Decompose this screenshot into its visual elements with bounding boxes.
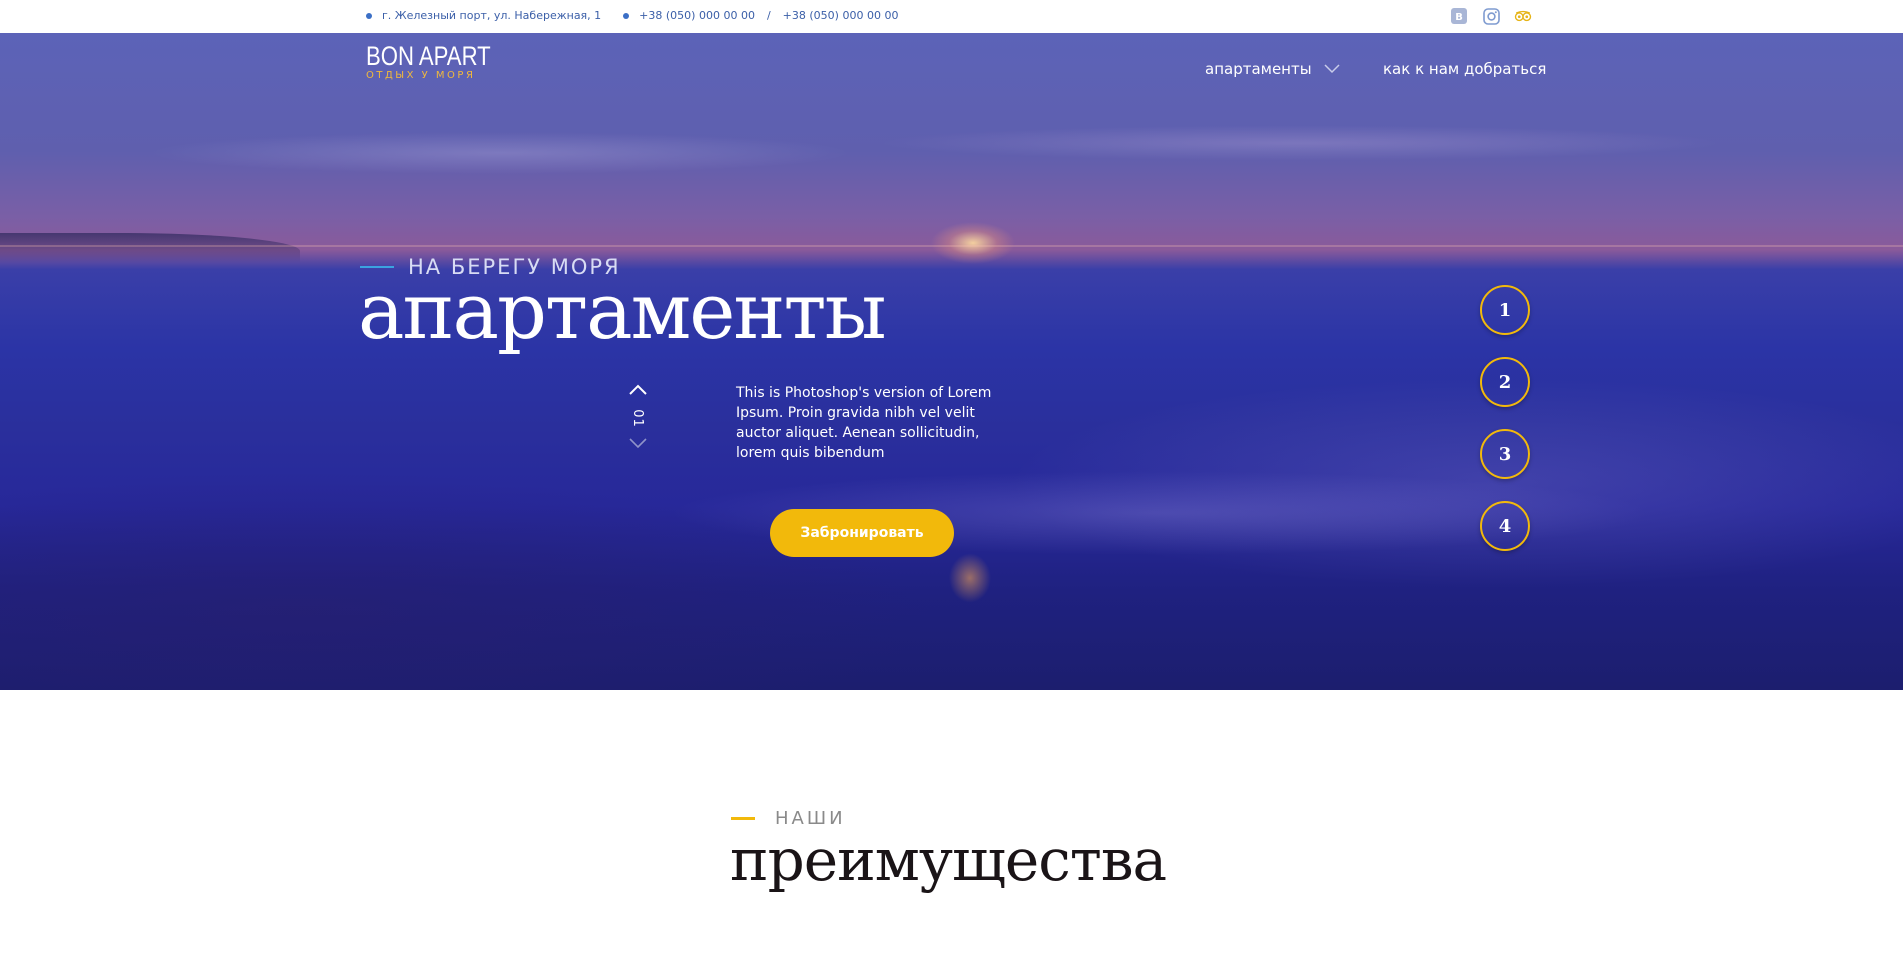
slide-navigator: 01	[625, 383, 650, 463]
nav-directions-label: как к нам добраться	[1383, 60, 1547, 78]
phone-separator: /	[766, 9, 771, 22]
chevron-down-icon	[628, 438, 647, 449]
pager-button-3[interactable]: 3	[1480, 429, 1530, 479]
advantages-title: преимущества	[730, 826, 1167, 894]
phone-numbers: +38 (050) 000 00 00 / +38 (050) 000 00 0…	[623, 9, 898, 22]
location-bullet-icon	[366, 12, 372, 19]
chevron-down-icon	[1324, 64, 1340, 74]
contact-info: г. Железный порт, ул. Набережная, 1 +38 …	[366, 9, 898, 22]
address: г. Железный порт, ул. Набережная, 1	[366, 9, 601, 22]
hero-description: This is Photoshop's version of Lorem Ips…	[736, 385, 992, 461]
pager-button-4[interactable]: 4	[1480, 501, 1530, 551]
pager-button-1[interactable]: 1	[1480, 285, 1530, 335]
nav-apartments-label: апартаменты	[1205, 60, 1312, 78]
chevron-up-icon	[628, 384, 647, 395]
social-links: В	[1450, 7, 1532, 25]
phone-1[interactable]: +38 (050) 000 00 00	[639, 9, 755, 22]
hero-distant-land	[0, 233, 300, 263]
logo-subtitle: ОТДЫХ У МОРЯ	[366, 70, 476, 81]
logo-title: BON APART	[366, 41, 491, 71]
hero-title: апартаменты	[358, 267, 887, 357]
slide-pager: 1 2 3 4	[1480, 285, 1530, 551]
nav-apartments[interactable]: апартаменты	[1205, 60, 1340, 78]
book-button[interactable]: Забронировать	[770, 509, 954, 557]
hero-horizon	[0, 245, 1903, 247]
phone-2[interactable]: +38 (050) 000 00 00	[783, 9, 899, 22]
hero-banner	[0, 33, 1903, 690]
instagram-icon[interactable]	[1482, 7, 1500, 25]
hero-clouds	[0, 93, 1903, 193]
slide-number: 01	[629, 409, 645, 428]
logo[interactable]: BON APART ОТДЫХ У МОРЯ	[366, 42, 518, 82]
nav-directions[interactable]: как к нам добраться	[1383, 60, 1546, 78]
slide-prev-button[interactable]	[628, 383, 648, 397]
vk-letter: В	[1455, 12, 1463, 23]
vk-icon[interactable]: В	[1450, 7, 1468, 25]
hero-sun-reflection	[940, 543, 1000, 613]
phone-bullet-icon	[623, 12, 630, 19]
top-bar: г. Железный порт, ул. Набережная, 1 +38 …	[0, 0, 1903, 33]
address-text: г. Железный порт, ул. Набережная, 1	[382, 9, 602, 22]
slide-next-button[interactable]	[628, 436, 648, 450]
pager-button-2[interactable]: 2	[1480, 357, 1530, 407]
tripadvisor-icon[interactable]	[1514, 7, 1532, 25]
